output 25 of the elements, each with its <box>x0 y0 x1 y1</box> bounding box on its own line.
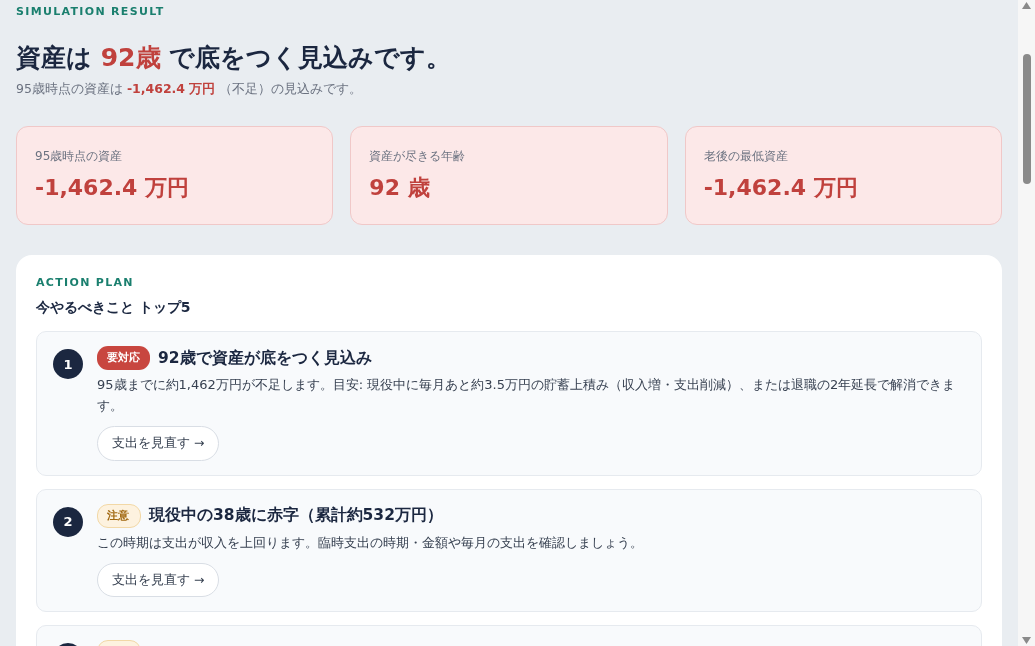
step-number: 2 <box>53 506 83 537</box>
item-title: 現役中の38歳に赤字（累計約532万円） <box>149 505 443 526</box>
stat-value: 92 歳 <box>369 173 431 202</box>
severity-badge: 要対応 <box>97 346 150 370</box>
eyebrow-label: SIMULATION RESULT <box>16 4 166 20</box>
step-number: 1 <box>53 349 83 380</box>
eyebrow-label: ACTION PLAN <box>36 274 135 291</box>
section-title: 今やるべきこと トップ5 <box>36 298 192 318</box>
stat-label: 95歳時点の資産 <box>35 147 124 165</box>
stat-label: 資産が尽きる年齢 <box>369 147 467 165</box>
stat-label: 老後の最低資産 <box>703 147 789 165</box>
item-description: 95歳までに約1,462万円が不足します。目安: 現役中に毎月あと約3.5万円の貯蓄上積み（収入増・支出削減）、または退職の2年延長で解消できます。 <box>97 376 957 415</box>
headline: 資産は 92歳 で底をつく見込みです。 <box>16 41 453 74</box>
summary-text: 95歳時点の資産は -1,462.4 万円 （不足）の見込みです。 <box>16 80 364 98</box>
stat-value: -1,462.4 万円 <box>703 173 859 202</box>
scrollbar-thumb[interactable] <box>1022 54 1031 184</box>
scroll-down-icon[interactable] <box>1022 637 1031 644</box>
stat-value: -1,462.4 万円 <box>35 173 191 202</box>
severity-badge: 注意 <box>97 503 141 528</box>
item-description: この時期は支出が収入を上回ります。臨時支出の時期・金額や毎月の支出を確認しましょう。 <box>97 533 644 552</box>
review-button[interactable]: 支出を見直す → <box>97 562 220 598</box>
item-title: 92歳で資産が底をつく見込み <box>158 347 372 369</box>
review-button[interactable]: 支出を見直す → <box>97 426 220 461</box>
scrollbar[interactable] <box>1018 0 1035 646</box>
scroll-up-icon[interactable] <box>1022 2 1031 9</box>
